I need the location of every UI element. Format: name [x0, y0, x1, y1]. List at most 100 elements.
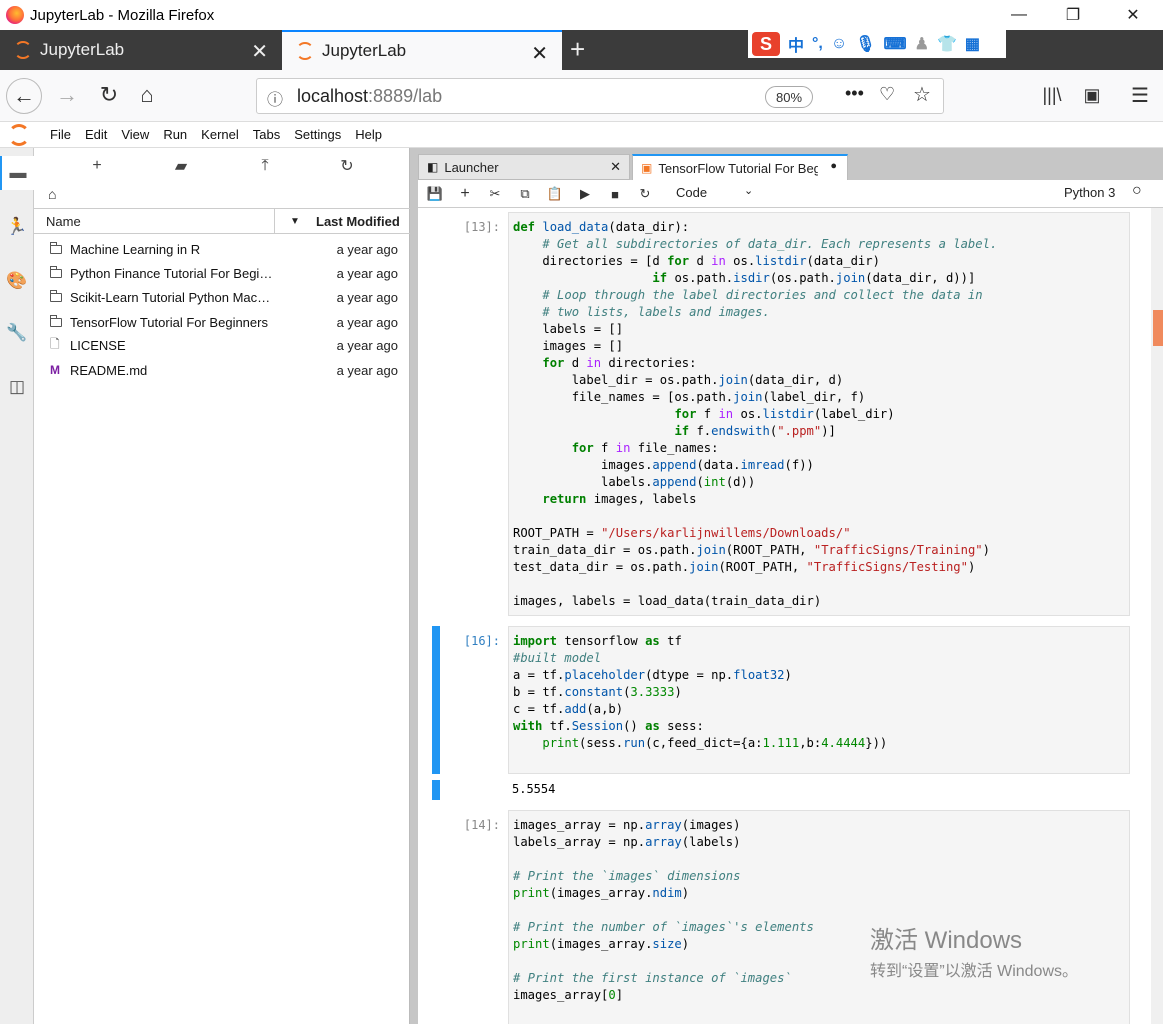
sogou-icon[interactable]: S	[752, 32, 780, 56]
folder-icon	[49, 265, 62, 278]
restart-icon[interactable]: ↻	[636, 185, 654, 203]
ime-skin-icon[interactable]: 👕	[937, 34, 957, 54]
run-icon[interactable]: ▶	[576, 185, 594, 203]
folder-icon	[49, 289, 62, 302]
menu-edit[interactable]: Edit	[85, 127, 107, 142]
firefox-icon	[6, 6, 24, 24]
close-tab-icon[interactable]: ✕	[531, 41, 548, 66]
palette-icon[interactable]: 🎨	[0, 264, 34, 298]
close-tab-icon[interactable]: ✕	[251, 39, 268, 64]
save-icon[interactable]: 💾	[426, 185, 444, 203]
cut-icon[interactable]: ✂	[486, 185, 504, 203]
browser-tab-label: JupyterLab	[40, 40, 125, 59]
url-bar[interactable]: ⓘ localhost:8889/lab 80% ••• ♡ ☆	[256, 78, 944, 114]
ime-chinese-icon[interactable]: 中	[788, 32, 804, 56]
ime-keyboard-icon[interactable]: ⌨	[884, 34, 907, 54]
insert-cell-icon[interactable]: +	[456, 185, 474, 203]
name-column-header[interactable]: Name	[46, 214, 81, 229]
doc-tab-notebook[interactable]: ▣ TensorFlow Tutorial For Beg ●	[632, 154, 848, 180]
new-folder-button[interactable]: ▰	[166, 156, 196, 176]
ime-emoji-icon[interactable]: ☺	[831, 35, 847, 53]
wrench-icon[interactable]: 🔧	[0, 316, 34, 350]
ime-mic-icon[interactable]: 🎙	[855, 34, 875, 54]
bookmark-star-icon[interactable]: ☆	[913, 82, 931, 107]
active-cell-marker	[432, 626, 440, 774]
home-breadcrumb-icon[interactable]: ⌂	[48, 186, 56, 202]
file-row[interactable]: Machine Learning in R a year ago	[34, 237, 410, 261]
ime-punct-icon[interactable]: °,	[812, 35, 823, 53]
tabs-icon[interactable]: ◫	[0, 370, 34, 404]
menu-settings[interactable]: Settings	[294, 127, 341, 142]
file-row[interactable]: Scikit-Learn Tutorial Python Mac… a year…	[34, 285, 410, 309]
file-row[interactable]: 🗋 LICENSE a year ago	[34, 333, 410, 357]
file-row[interactable]: Python Finance Tutorial For Begi… a year…	[34, 261, 410, 285]
markdown-icon: M	[50, 363, 60, 377]
menu-view[interactable]: View	[121, 127, 149, 142]
refresh-button[interactable]: ↻	[332, 156, 362, 176]
scrollbar-thumb[interactable]	[1153, 310, 1163, 346]
upload-button[interactable]: ⤒	[250, 156, 280, 176]
jupyter-icon	[296, 42, 314, 60]
modified-column-header[interactable]: Last Modified	[316, 214, 400, 229]
file-row[interactable]: M README.md a year ago	[34, 358, 410, 382]
code-editor[interactable]: def load_data(data_dir): # Get all subdi…	[509, 213, 1129, 610]
library-icon[interactable]: |||\	[1038, 80, 1066, 110]
chevron-down-icon[interactable]: ⌄	[744, 184, 753, 197]
doc-tab-launcher[interactable]: ◧ Launcher ✕	[418, 154, 630, 180]
sort-arrow-icon[interactable]: ▼	[290, 216, 300, 227]
menu-tabs[interactable]: Tabs	[253, 127, 280, 142]
file-list-header: Name ▼ Last Modified	[34, 208, 410, 234]
maximize-button[interactable]: ❐	[1044, 0, 1102, 30]
code-cell[interactable]: images_array = np.array(images) labels_a…	[508, 810, 1130, 1024]
code-cell[interactable]: def load_data(data_dir): # Get all subdi…	[508, 212, 1130, 616]
code-editor[interactable]: import tensorflow as tf #built model a =…	[509, 627, 1129, 752]
kernel-name[interactable]: Python 3	[1064, 185, 1115, 200]
back-button[interactable]: ←	[6, 78, 42, 114]
zoom-badge[interactable]: 80%	[765, 86, 813, 108]
forward-button[interactable]: →	[52, 80, 82, 110]
notebook-icon: ▣	[641, 161, 653, 175]
code-cell[interactable]: import tensorflow as tf #built model a =…	[508, 626, 1130, 774]
copy-icon[interactable]: ⧉	[516, 185, 534, 203]
folder-tab-icon[interactable]: ▬	[0, 156, 34, 190]
minimize-button[interactable]: —	[990, 0, 1048, 30]
file-icon: 🗋	[50, 336, 60, 351]
notebook-toolbar: 💾 + ✂ ⧉ 📋 ▶ ■ ↻ Code ⌄ Python 3 ○	[418, 180, 1163, 208]
new-tab-button[interactable]: +	[570, 34, 598, 64]
stop-icon[interactable]: ■	[606, 185, 624, 203]
sidebar-icon[interactable]: ▣	[1078, 80, 1106, 110]
new-launcher-button[interactable]: +	[82, 156, 112, 176]
close-tab-icon[interactable]: ✕	[610, 159, 621, 175]
page-actions-icon[interactable]: •••	[845, 83, 864, 104]
browser-navbar: ← → ↻ ⌂ ⓘ localhost:8889/lab 80% ••• ♡ ☆…	[0, 70, 1163, 122]
menu-icon[interactable]: ☰	[1126, 80, 1154, 110]
code-editor[interactable]: images_array = np.array(images) labels_a…	[509, 811, 1129, 1004]
ime-user-icon[interactable]: ♟	[915, 34, 929, 54]
close-window-button[interactable]: ✕	[1104, 0, 1162, 30]
kernel-status-icon: ○	[1132, 182, 1142, 199]
menu-run[interactable]: Run	[163, 127, 187, 142]
unsaved-dot-icon[interactable]: ●	[830, 160, 837, 172]
pocket-icon[interactable]: ♡	[879, 84, 895, 105]
menu-kernel[interactable]: Kernel	[201, 127, 239, 142]
url-text[interactable]: localhost:8889/lab	[297, 86, 442, 107]
browser-tab-2[interactable]: JupyterLab ✕	[282, 30, 562, 70]
menu-help[interactable]: Help	[355, 127, 382, 142]
ime-grid-icon[interactable]: ▦	[965, 34, 980, 54]
window-title: JupyterLab - Mozilla Firefox	[30, 6, 215, 24]
running-icon[interactable]: 🏃	[0, 210, 34, 244]
info-icon[interactable]: ⓘ	[267, 86, 283, 110]
cell-prompt: [16]:	[463, 634, 500, 648]
reload-button[interactable]: ↻	[94, 80, 124, 110]
home-button[interactable]: ⌂	[132, 80, 162, 110]
window-titlebar: JupyterLab - Mozilla Firefox — ❐ ✕	[0, 0, 1163, 30]
main-area: ◧ Launcher ✕ ▣ TensorFlow Tutorial For B…	[410, 148, 1163, 1024]
ime-toolbar: S 中 °, ☺ 🎙 ⌨ ♟ 👕 ▦	[748, 30, 1006, 58]
browser-tab-1[interactable]: JupyterLab ✕	[0, 30, 282, 70]
paste-icon[interactable]: 📋	[546, 185, 564, 203]
document-tabbar: ◧ Launcher ✕ ▣ TensorFlow Tutorial For B…	[410, 154, 1163, 180]
file-row[interactable]: TensorFlow Tutorial For Beginners a year…	[34, 310, 410, 334]
cell-type-select[interactable]: Code	[676, 185, 707, 200]
menu-file[interactable]: File	[50, 127, 71, 142]
folder-icon	[49, 241, 62, 254]
